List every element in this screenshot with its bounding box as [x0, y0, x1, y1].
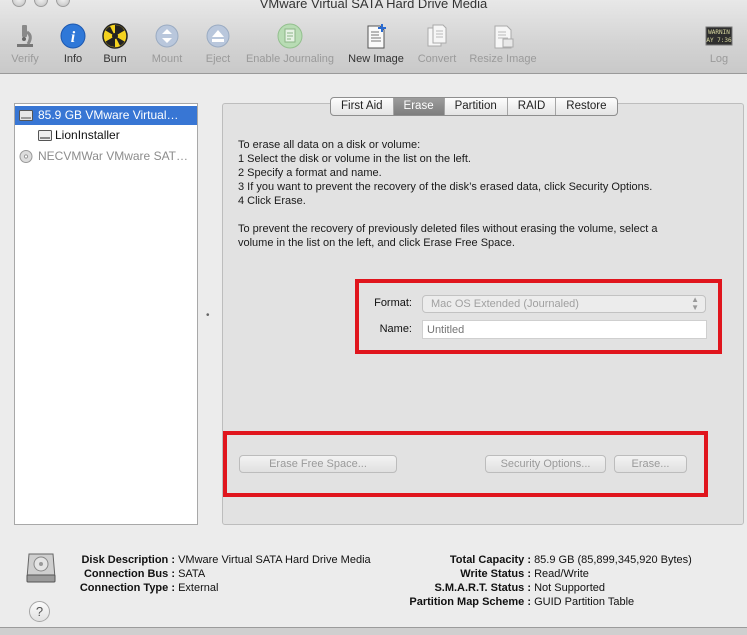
sidebar-item-disk[interactable]: 85.9 GB VMware Virtual… [15, 106, 197, 125]
hard-disk-icon [19, 110, 33, 121]
help-button[interactable]: ? [29, 601, 50, 622]
burn-button[interactable]: Burn [100, 22, 130, 70]
dock-strip [0, 627, 747, 635]
new-image-icon [367, 24, 386, 49]
enable-journaling-button[interactable]: Enable Journaling [242, 22, 338, 70]
splitter-handle[interactable]: • [206, 310, 210, 321]
annotation-box-format [355, 279, 722, 354]
info-icon: i [60, 23, 86, 49]
sidebar-item-cd-drive[interactable]: NECVMWar VMware SAT… [15, 147, 197, 166]
microscope-icon [17, 25, 33, 47]
tab-first-aid[interactable]: First Aid [331, 98, 394, 115]
convert-button[interactable]: Convert [414, 22, 460, 70]
journal-icon [277, 23, 303, 49]
tab-restore[interactable]: Restore [556, 98, 616, 115]
tab-partition[interactable]: Partition [445, 98, 508, 115]
tab-bar: First Aid Erase Partition RAID Restore [330, 97, 618, 116]
window-title: VMware Virtual SATA Hard Drive Media [259, 0, 488, 11]
eject-icon [206, 24, 230, 48]
disk-drive-icon [26, 553, 56, 583]
tab-raid[interactable]: RAID [508, 98, 557, 115]
log-icon: WARNIN AY 7:36 [705, 26, 733, 46]
cd-icon [19, 150, 33, 163]
log-button[interactable]: WARNIN AY 7:36 Log [702, 22, 736, 70]
disk-list[interactable]: 85.9 GB VMware Virtual… LionInstaller NE… [14, 103, 198, 525]
radiation-icon [102, 23, 128, 49]
svg-text:AY 7:36: AY 7:36 [706, 37, 732, 44]
mount-icon [155, 24, 179, 48]
convert-icon [427, 24, 447, 47]
verify-button[interactable]: Verify [8, 22, 42, 70]
resize-image-button[interactable]: Resize Image [466, 22, 540, 70]
toolbar: VMware Virtual SATA Hard Drive Media Ver… [0, 0, 747, 74]
tab-erase[interactable]: Erase [393, 98, 445, 115]
svg-text:i: i [71, 29, 76, 46]
erase-instructions: To erase all data on a disk or volume: 1… [238, 139, 658, 249]
volume-icon [38, 130, 52, 141]
svg-text:WARNIN: WARNIN [708, 29, 730, 36]
annotation-box-buttons [223, 431, 708, 497]
new-image-button[interactable]: New Image [346, 22, 406, 70]
resize-image-icon [494, 25, 514, 49]
disk-details-left: Disk Description : VMware Virtual SATA H… [79, 554, 371, 594]
disk-details-right: Total Capacity : 85.9 GB (85,899,345,920… [409, 554, 692, 608]
info-button[interactable]: i Info [58, 22, 88, 70]
sidebar-item-volume[interactable]: LionInstaller [15, 126, 197, 145]
mount-button[interactable]: Mount [148, 22, 186, 70]
eject-button[interactable]: Eject [202, 22, 234, 70]
